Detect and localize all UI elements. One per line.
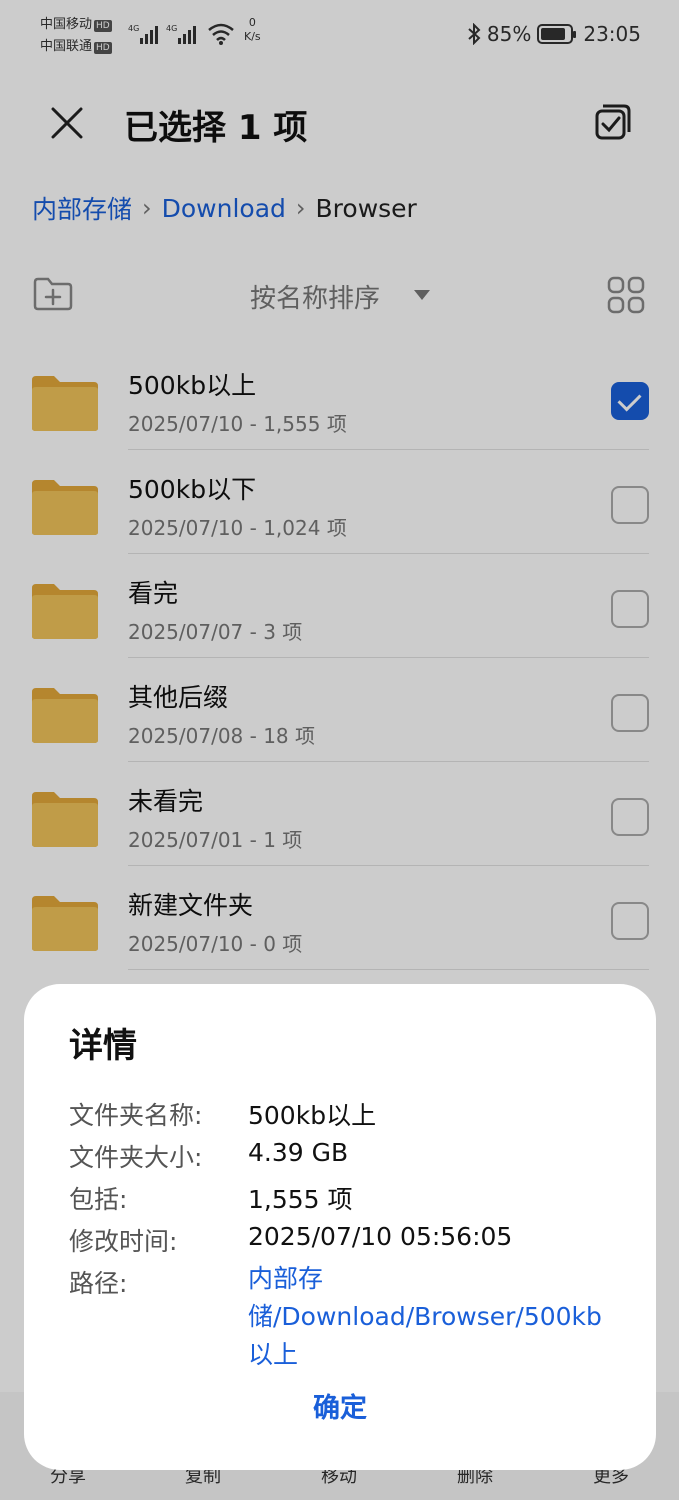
details-dialog: 详情 文件夹名称: 500kb以上 文件夹大小: 4.39 GB 包括: 1,5… — [24, 984, 656, 1470]
confirm-button[interactable]: 确定 — [24, 1386, 656, 1425]
screen: 中国移动 HD 中国联通 HD 4G 4G 0 K/s 85% 23:05 已选… — [0, 0, 679, 1500]
detail-label: 路径: — [69, 1269, 128, 1298]
detail-label: 包括: — [69, 1185, 128, 1214]
dialog-title: 详情 — [69, 1026, 137, 1066]
detail-value: 2025/07/10 05:56:05 — [248, 1222, 513, 1251]
detail-label: 文件夹大小: — [69, 1143, 203, 1172]
detail-value: 1,555 项 — [248, 1185, 353, 1214]
detail-label: 修改时间: — [69, 1227, 178, 1256]
detail-label: 文件夹名称: — [69, 1101, 203, 1130]
path-link[interactable]: 内部存储/Download/Browser/500kb以上 — [248, 1260, 602, 1374]
detail-value: 500kb以上 — [248, 1101, 377, 1130]
detail-value: 4.39 GB — [248, 1138, 349, 1167]
